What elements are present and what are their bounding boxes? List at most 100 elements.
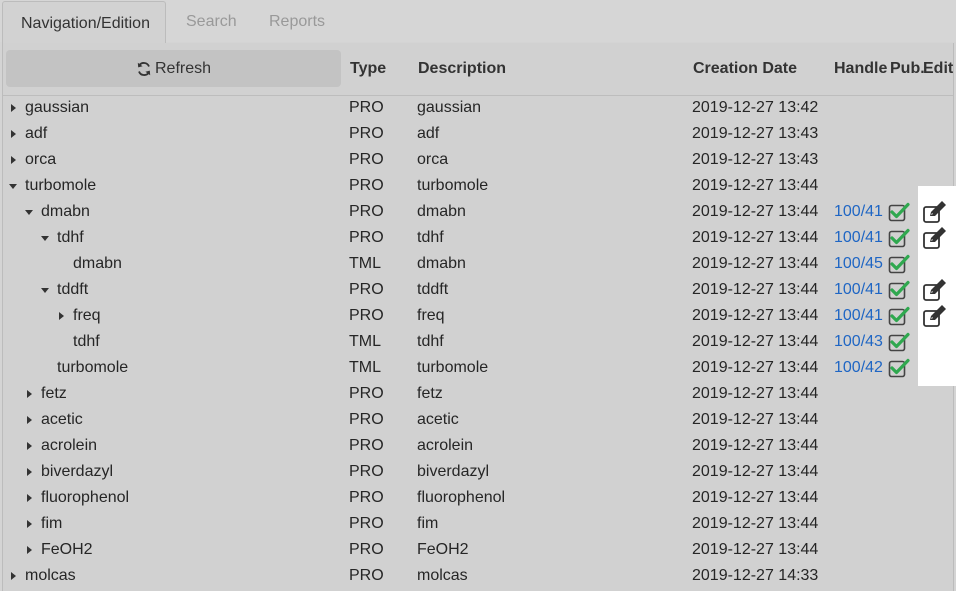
node-description: biverdazyl xyxy=(417,463,490,480)
caret-right-icon[interactable] xyxy=(24,407,34,433)
node-creation-date: 2019-12-27 13:44 xyxy=(692,541,819,558)
node-name[interactable]: orca xyxy=(25,147,56,173)
node-name[interactable]: fetz xyxy=(41,381,67,407)
node-name[interactable]: FeOH2 xyxy=(41,537,93,563)
edit-icon[interactable] xyxy=(922,278,948,302)
column-header-pub[interactable]: Pub. xyxy=(890,60,925,78)
table-row[interactable]: tddft PRO tddft 2019-12-27 13:44 100/41 xyxy=(0,277,956,303)
node-name[interactable]: dmabn xyxy=(41,199,90,225)
node-name[interactable]: dmabn xyxy=(73,251,122,277)
column-header-handle[interactable]: Handle xyxy=(834,60,887,78)
table-row[interactable]: freq PRO freq 2019-12-27 13:44 100/41 xyxy=(0,303,956,329)
table-row[interactable]: biverdazyl PRO biverdazyl 2019-12-27 13:44 xyxy=(0,459,956,485)
node-creation-date: 2019-12-27 13:44 xyxy=(692,359,819,376)
published-check-icon xyxy=(888,358,910,378)
handle-link[interactable]: 100/41 xyxy=(834,277,883,303)
table-row[interactable]: fetz PRO fetz 2019-12-27 13:44 xyxy=(0,381,956,407)
table-row[interactable]: FeOH2 PRO FeOH2 2019-12-27 13:44 xyxy=(0,537,956,563)
node-name[interactable]: turbomole xyxy=(57,355,128,381)
node-description: turbomole xyxy=(417,177,489,194)
node-name[interactable]: biverdazyl xyxy=(41,459,113,485)
table-header: Refresh Type Description Creation Date H… xyxy=(3,43,953,96)
node-creation-date: 2019-12-27 13:42 xyxy=(692,99,819,116)
caret-down-icon[interactable] xyxy=(40,225,50,251)
caret-right-icon[interactable] xyxy=(24,537,34,563)
node-name[interactable]: acrolein xyxy=(41,433,97,459)
node-type: PRO xyxy=(349,567,384,584)
caret-down-icon[interactable] xyxy=(8,173,18,199)
node-name[interactable]: turbomole xyxy=(25,173,96,199)
node-description: orca xyxy=(417,151,449,168)
edit-icon[interactable] xyxy=(922,226,948,250)
node-name[interactable]: freq xyxy=(73,303,101,329)
node-name[interactable]: gaussian xyxy=(25,95,89,121)
caret-right-icon[interactable] xyxy=(8,121,18,147)
caret-right-icon[interactable] xyxy=(8,147,18,173)
handle-link[interactable]: 100/41 xyxy=(834,303,883,329)
tab-search[interactable]: Search xyxy=(172,0,251,44)
node-creation-date: 2019-12-27 13:44 xyxy=(692,255,819,272)
refresh-button[interactable]: Refresh xyxy=(6,50,341,87)
node-description: tdhf xyxy=(417,333,444,350)
table-row[interactable]: fluorophenol PRO fluorophenol 2019-12-27 13… xyxy=(0,485,956,511)
node-description: acrolein xyxy=(417,437,474,454)
caret-right-icon[interactable] xyxy=(8,563,18,589)
edit-icon[interactable] xyxy=(922,200,948,224)
caret-right-icon[interactable] xyxy=(24,511,34,537)
handle-link[interactable]: 100/41 xyxy=(834,199,883,225)
node-description: acetic xyxy=(417,411,459,428)
node-creation-date: 2019-12-27 14:33 xyxy=(692,567,819,584)
table-row[interactable]: molcas PRO molcas 2019-12-27 14:33 xyxy=(0,563,956,589)
node-type: TML xyxy=(349,255,381,272)
table-row[interactable]: tdhf TML tdhf 2019-12-27 13:44 100/43 xyxy=(0,329,956,355)
node-type: PRO xyxy=(349,151,384,168)
table-row[interactable]: dmabn TML dmabn 2019-12-27 13:44 100/45 xyxy=(0,251,956,277)
column-header-edit[interactable]: Edit xyxy=(923,60,953,78)
node-name[interactable]: tddft xyxy=(57,277,88,303)
handle-link[interactable]: 100/45 xyxy=(834,251,883,277)
table-row[interactable]: dmabn PRO dmabn 2019-12-27 13:44 100/41 xyxy=(0,199,956,225)
node-creation-date: 2019-12-27 13:44 xyxy=(692,203,819,220)
caret-down-icon[interactable] xyxy=(24,199,34,225)
table-row[interactable]: fim PRO fim 2019-12-27 13:44 xyxy=(0,511,956,537)
column-header-type[interactable]: Type xyxy=(350,60,386,78)
node-name[interactable]: fim xyxy=(41,511,62,537)
edit-icon[interactable] xyxy=(922,304,948,328)
handle-link[interactable]: 100/42 xyxy=(834,355,883,381)
table-row[interactable]: turbomole PRO turbomole 2019-12-27 13:44 xyxy=(0,173,956,199)
table-row[interactable]: acrolein PRO acrolein 2019-12-27 13:44 xyxy=(0,433,956,459)
table-row[interactable]: adf PRO adf 2019-12-27 13:43 xyxy=(0,121,956,147)
table-row[interactable]: turbomole TML turbomole 2019-12-27 13:44 100… xyxy=(0,355,956,381)
node-type: TML xyxy=(349,333,381,350)
node-creation-date: 2019-12-27 13:43 xyxy=(692,125,819,142)
column-header-description[interactable]: Description xyxy=(418,60,506,78)
node-name[interactable]: adf xyxy=(25,121,47,147)
tab-reports[interactable]: Reports xyxy=(255,0,339,44)
column-header-creation-date[interactable]: Creation Date xyxy=(693,60,797,78)
node-name[interactable]: acetic xyxy=(41,407,83,433)
node-name[interactable]: molcas xyxy=(25,563,76,589)
table-row[interactable]: orca PRO orca 2019-12-27 13:43 xyxy=(0,147,956,173)
handle-link[interactable]: 100/43 xyxy=(834,329,883,355)
node-description: dmabn xyxy=(417,255,466,272)
caret-right-icon[interactable] xyxy=(24,459,34,485)
caret-right-icon[interactable] xyxy=(8,95,18,121)
node-name[interactable]: fluorophenol xyxy=(41,485,129,511)
table-row[interactable]: gaussian PRO gaussian 2019-12-27 13:42 xyxy=(0,95,956,121)
node-name[interactable]: tdhf xyxy=(57,225,84,251)
table-row[interactable]: tdhf PRO tdhf 2019-12-27 13:44 100/41 xyxy=(0,225,956,251)
table-row[interactable]: acetic PRO acetic 2019-12-27 13:44 xyxy=(0,407,956,433)
caret-right-icon[interactable] xyxy=(24,433,34,459)
tab-navigation-edition[interactable]: Navigation/Edition xyxy=(2,1,166,44)
node-description: fluorophenol xyxy=(417,489,506,506)
node-name[interactable]: tdhf xyxy=(73,329,100,355)
caret-right-icon[interactable] xyxy=(56,303,66,329)
caret-down-icon[interactable] xyxy=(40,277,50,303)
refresh-label: Refresh xyxy=(154,59,212,77)
handle-link[interactable]: 100/41 xyxy=(834,225,883,251)
node-creation-date: 2019-12-27 13:44 xyxy=(692,463,819,480)
caret-right-icon[interactable] xyxy=(24,485,34,511)
caret-right-icon[interactable] xyxy=(24,381,34,407)
node-description: gaussian xyxy=(417,99,482,116)
node-description: fetz xyxy=(417,385,443,402)
